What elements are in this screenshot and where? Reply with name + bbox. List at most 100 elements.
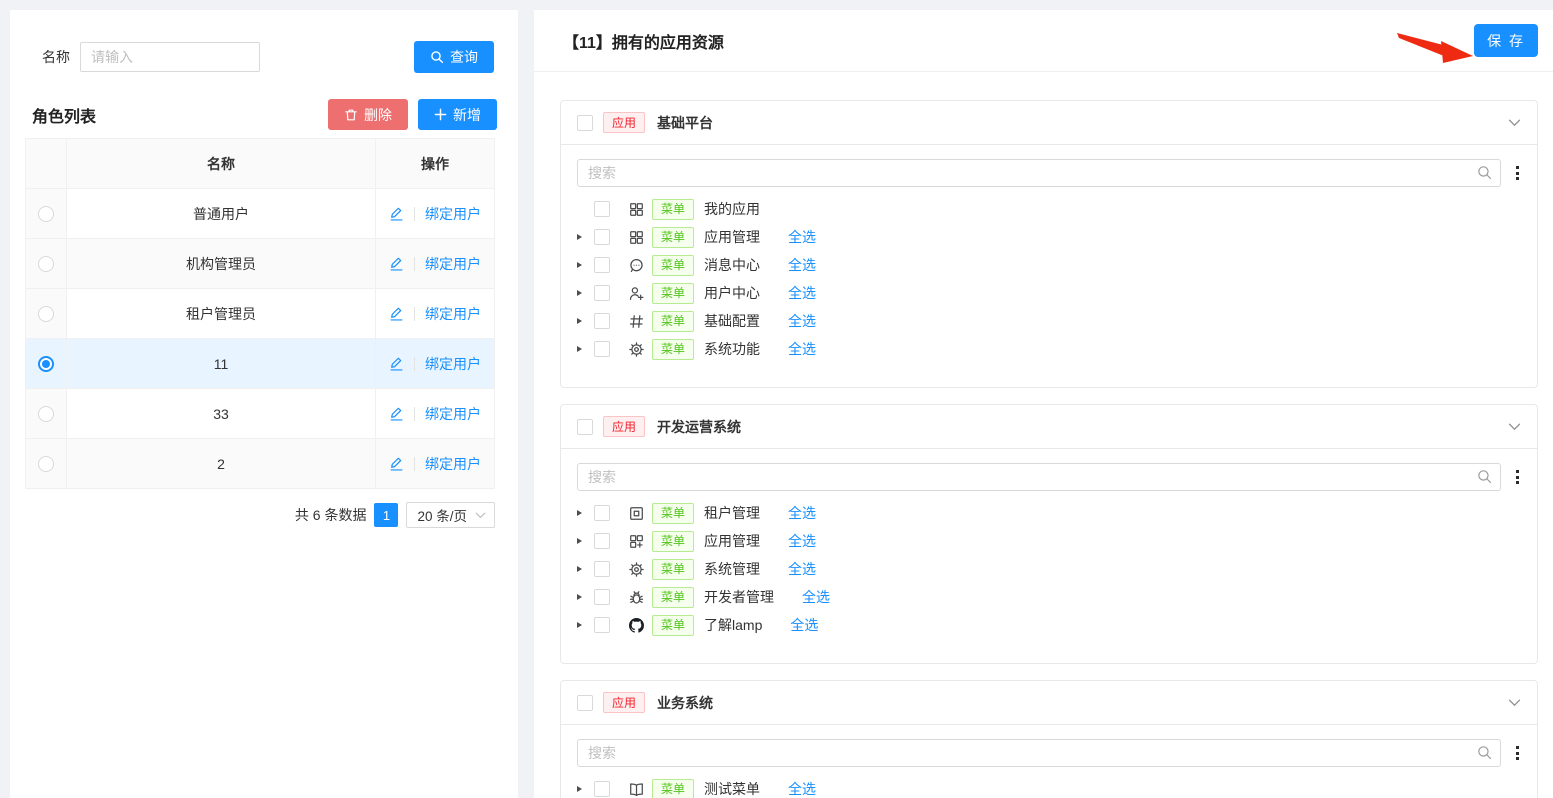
select-all-link[interactable]: 全选 bbox=[788, 559, 816, 579]
group-checkbox[interactable] bbox=[577, 419, 593, 435]
kebab-menu-icon[interactable] bbox=[1514, 744, 1521, 762]
row-radio[interactable] bbox=[38, 306, 54, 322]
select-all-link[interactable]: 全选 bbox=[788, 503, 816, 523]
table-row: 2绑定用户 bbox=[26, 439, 494, 489]
app-resource-group: 应用业务系统菜单测试菜单全选菜单1级下有视图全选 bbox=[560, 680, 1538, 798]
bind-user-link[interactable]: 绑定用户 bbox=[425, 304, 481, 324]
node-checkbox[interactable] bbox=[594, 781, 610, 797]
expand-caret-icon[interactable] bbox=[577, 622, 594, 628]
kebab-menu-icon[interactable] bbox=[1514, 468, 1521, 486]
select-all-link[interactable]: 全选 bbox=[802, 587, 830, 607]
edit-pencil-icon[interactable] bbox=[389, 306, 404, 321]
group-header[interactable]: 应用基础平台 bbox=[561, 101, 1537, 145]
expand-caret-icon[interactable] bbox=[577, 566, 594, 572]
tree-node: 菜单了解lamp全选 bbox=[577, 611, 1521, 639]
expand-caret-icon[interactable] bbox=[577, 786, 594, 792]
node-title[interactable]: 应用管理 bbox=[704, 227, 760, 247]
edit-pencil-icon[interactable] bbox=[389, 356, 404, 371]
row-action-cell: 绑定用户 bbox=[376, 189, 494, 238]
bind-user-link[interactable]: 绑定用户 bbox=[425, 354, 481, 374]
node-checkbox[interactable] bbox=[594, 201, 610, 217]
pagination-page-1[interactable]: 1 bbox=[374, 503, 398, 527]
node-checkbox[interactable] bbox=[594, 617, 610, 633]
expand-caret-icon[interactable] bbox=[577, 346, 594, 352]
tree-search-input[interactable] bbox=[577, 739, 1501, 767]
chevron-down-icon[interactable] bbox=[1508, 699, 1521, 707]
role-panel: 名称 查询 角色列表 删除 新增 名称 操作 普通用户绑定用户机构管理员绑定用户… bbox=[10, 10, 518, 798]
node-title[interactable]: 系统管理 bbox=[704, 559, 760, 579]
tree-node: 菜单开发者管理全选 bbox=[577, 583, 1521, 611]
expand-caret-icon[interactable] bbox=[577, 538, 594, 544]
node-title[interactable]: 基础配置 bbox=[704, 311, 760, 331]
node-title[interactable]: 租户管理 bbox=[704, 503, 760, 523]
row-radio[interactable] bbox=[38, 206, 54, 222]
node-checkbox[interactable] bbox=[594, 561, 610, 577]
kebab-menu-icon[interactable] bbox=[1514, 164, 1521, 182]
node-checkbox[interactable] bbox=[594, 229, 610, 245]
row-action-cell: 绑定用户 bbox=[376, 289, 494, 338]
query-button[interactable]: 查询 bbox=[414, 41, 494, 73]
bind-user-link[interactable]: 绑定用户 bbox=[425, 454, 481, 474]
row-radio[interactable] bbox=[38, 456, 54, 472]
node-title[interactable]: 测试菜单 bbox=[704, 779, 760, 798]
row-radio[interactable] bbox=[38, 356, 54, 372]
app-resource-group: 应用开发运营系统菜单租户管理全选菜单应用管理全选菜单系统管理全选菜单开发者管理全… bbox=[560, 404, 1538, 664]
expand-caret-icon[interactable] bbox=[577, 594, 594, 600]
node-checkbox[interactable] bbox=[594, 589, 610, 605]
select-all-link[interactable]: 全选 bbox=[788, 531, 816, 551]
node-checkbox[interactable] bbox=[594, 533, 610, 549]
edit-pencil-icon[interactable] bbox=[389, 206, 404, 221]
node-checkbox[interactable] bbox=[594, 285, 610, 301]
tree-node: 菜单我的应用 bbox=[577, 195, 1521, 223]
group-header[interactable]: 应用开发运营系统 bbox=[561, 405, 1537, 449]
expand-caret-icon[interactable] bbox=[577, 290, 594, 296]
select-all-link[interactable]: 全选 bbox=[788, 227, 816, 247]
expand-caret-icon[interactable] bbox=[577, 234, 594, 240]
row-radio[interactable] bbox=[38, 406, 54, 422]
node-checkbox[interactable] bbox=[594, 257, 610, 273]
chevron-down-icon[interactable] bbox=[1508, 119, 1521, 127]
page-size-select[interactable]: 20 条/页 bbox=[406, 502, 495, 528]
node-title[interactable]: 应用管理 bbox=[704, 531, 760, 551]
select-all-link[interactable]: 全选 bbox=[788, 311, 816, 331]
node-checkbox[interactable] bbox=[594, 341, 610, 357]
node-title[interactable]: 我的应用 bbox=[704, 199, 760, 219]
expand-caret-icon[interactable] bbox=[577, 318, 594, 324]
group-checkbox[interactable] bbox=[577, 115, 593, 131]
role-list-header: 角色列表 删除 新增 bbox=[32, 99, 497, 130]
delete-button[interactable]: 删除 bbox=[328, 99, 408, 130]
bind-user-link[interactable]: 绑定用户 bbox=[425, 404, 481, 424]
add-button[interactable]: 新增 bbox=[418, 99, 497, 130]
group-header[interactable]: 应用业务系统 bbox=[561, 681, 1537, 725]
select-all-link[interactable]: 全选 bbox=[788, 283, 816, 303]
row-radio[interactable] bbox=[38, 256, 54, 272]
select-all-link[interactable]: 全选 bbox=[788, 255, 816, 275]
edit-pencil-icon[interactable] bbox=[389, 406, 404, 421]
select-all-link[interactable]: 全选 bbox=[788, 339, 816, 359]
chevron-down-icon[interactable] bbox=[1508, 423, 1521, 431]
node-title[interactable]: 开发者管理 bbox=[704, 587, 774, 607]
grid-icon bbox=[628, 230, 644, 245]
node-title[interactable]: 用户中心 bbox=[704, 283, 760, 303]
tree-search-input[interactable] bbox=[577, 159, 1501, 187]
edit-pencil-icon[interactable] bbox=[389, 256, 404, 271]
tree-node: 菜单系统功能全选 bbox=[577, 335, 1521, 363]
gear-icon bbox=[628, 562, 644, 577]
node-checkbox[interactable] bbox=[594, 313, 610, 329]
edit-pencil-icon[interactable] bbox=[389, 456, 404, 471]
save-button[interactable]: 保 存 bbox=[1474, 24, 1538, 57]
app-tag: 应用 bbox=[603, 416, 645, 437]
node-checkbox[interactable] bbox=[594, 505, 610, 521]
expand-caret-icon[interactable] bbox=[577, 262, 594, 268]
node-title[interactable]: 系统功能 bbox=[704, 339, 760, 359]
tree-search-input[interactable] bbox=[577, 463, 1501, 491]
select-all-link[interactable]: 全选 bbox=[790, 615, 818, 635]
expand-caret-icon[interactable] bbox=[577, 510, 594, 516]
name-search-input[interactable] bbox=[80, 42, 260, 72]
node-title[interactable]: 消息中心 bbox=[704, 255, 760, 275]
bind-user-link[interactable]: 绑定用户 bbox=[425, 204, 481, 224]
bind-user-link[interactable]: 绑定用户 bbox=[425, 254, 481, 274]
select-all-link[interactable]: 全选 bbox=[788, 779, 816, 798]
node-title[interactable]: 了解lamp bbox=[704, 615, 762, 635]
group-checkbox[interactable] bbox=[577, 695, 593, 711]
